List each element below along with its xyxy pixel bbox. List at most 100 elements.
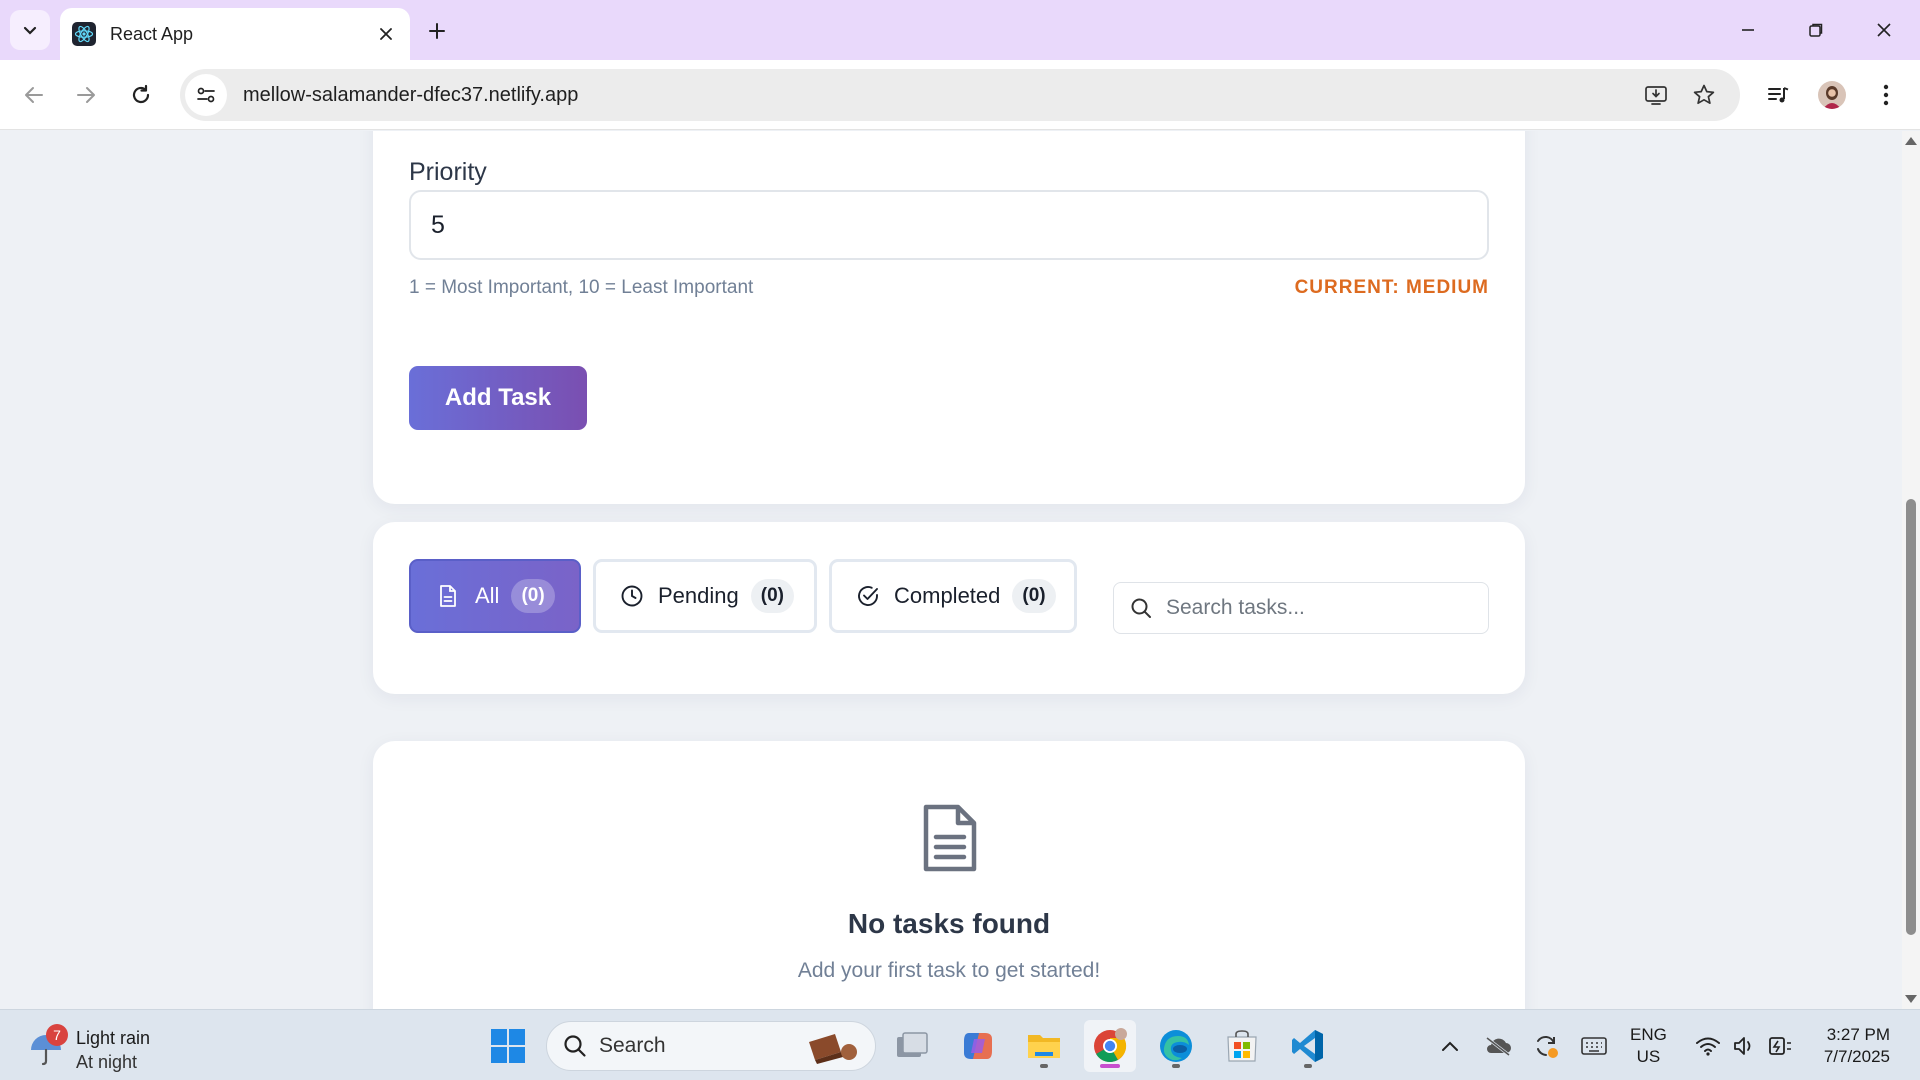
battery-charging-icon <box>1769 1037 1791 1055</box>
taskbar-search-box[interactable]: Search <box>546 1021 876 1071</box>
volume-tray-icon[interactable] <box>1728 1030 1760 1062</box>
install-app-icon[interactable] <box>1634 73 1678 117</box>
system-clock[interactable]: 3:27 PM 7/7/2025 <box>1810 1024 1890 1068</box>
weather-alert-badge: 7 <box>46 1024 68 1046</box>
site-settings-icon <box>197 87 215 103</box>
forward-button[interactable] <box>66 75 106 115</box>
empty-state-subtitle: Add your first task to get started! <box>797 959 1101 982</box>
taskbar-copilot[interactable] <box>952 1020 1004 1072</box>
onedrive-tray-icon[interactable] <box>1482 1030 1514 1062</box>
weather-time-of-day: At night <box>76 1052 138 1072</box>
scroll-down-arrow-icon[interactable] <box>1905 995 1917 1003</box>
search-icon <box>1131 598 1151 618</box>
priority-label: Priority <box>409 158 487 186</box>
start-button[interactable] <box>482 1020 534 1072</box>
active-indicator <box>1100 1064 1120 1068</box>
wifi-icon <box>1696 1037 1720 1056</box>
vscode-icon <box>1292 1030 1323 1062</box>
document-icon <box>435 583 461 609</box>
filter-tab-count: (0) <box>1012 579 1056 613</box>
priority-current-level: CURRENT: MEDIUM <box>1294 277 1489 298</box>
task-view-button[interactable] <box>886 1020 938 1072</box>
page-scrollbar[interactable] <box>1902 131 1920 1009</box>
filter-tab-all[interactable]: All (0) <box>409 559 581 633</box>
sync-tray-icon[interactable] <box>1530 1030 1562 1062</box>
add-task-form-card: Priority 5 1 = Most Important, 10 = Leas… <box>373 131 1525 504</box>
search-icon <box>564 1035 586 1057</box>
empty-document-icon <box>923 804 977 872</box>
close-tab-icon[interactable] <box>374 22 398 46</box>
weather-condition: Light rain <box>76 1028 151 1048</box>
sync-icon <box>1537 1036 1558 1058</box>
check-circle-icon <box>856 583 880 609</box>
chevron-up-icon <box>1442 1041 1458 1051</box>
bookmark-star-icon[interactable] <box>1682 73 1726 117</box>
close-window-button[interactable] <box>1854 8 1914 52</box>
clock-time: 3:27 PM <box>1826 1025 1890 1044</box>
browser-menu-button[interactable] <box>1866 75 1906 115</box>
add-task-button[interactable]: Add Task <box>409 366 587 430</box>
filter-tab-label: Completed <box>894 583 1001 608</box>
taskbar-edge[interactable] <box>1150 1020 1202 1072</box>
scrollbar-thumb[interactable] <box>1906 499 1916 935</box>
reload-icon <box>132 84 150 104</box>
reload-button[interactable] <box>121 75 161 115</box>
arrow-left-icon <box>25 87 43 103</box>
taskbar-vscode[interactable] <box>1282 1020 1334 1072</box>
running-indicator <box>1304 1064 1312 1068</box>
filter-tab-pending[interactable]: Pending (0) <box>593 559 817 633</box>
weather-widget[interactable]: 7 Light rain At night <box>24 1018 184 1074</box>
more-vertical-icon <box>1883 84 1889 106</box>
taskbar-search-placeholder: Search <box>599 1034 666 1057</box>
minimize-button[interactable] <box>1718 8 1778 52</box>
profile-button[interactable] <box>1812 75 1852 115</box>
browser-tab-bar: React App <box>0 0 1920 60</box>
priority-input[interactable]: 5 <box>409 190 1489 260</box>
filter-tab-label: All <box>475 583 500 608</box>
keyboard-icon <box>1581 1037 1607 1055</box>
chrome-icon <box>1094 1028 1127 1063</box>
scroll-up-arrow-icon[interactable] <box>1905 137 1917 145</box>
taskbar-chrome[interactable] <box>1084 1020 1136 1072</box>
chevron-down-icon <box>23 26 37 35</box>
browser-tab-active[interactable]: React App <box>60 8 410 60</box>
speaker-icon <box>1734 1037 1751 1055</box>
address-bar[interactable]: mellow-salamander-dfec37.netlify.app <box>180 69 1740 121</box>
edge-icon <box>1160 1030 1192 1062</box>
input-language-indicator[interactable]: ENG US <box>1630 1024 1667 1068</box>
search-placeholder: Search tasks... <box>1166 596 1305 619</box>
taskbar-file-explorer[interactable] <box>1018 1020 1070 1072</box>
chocolate-highlight-icon <box>809 1034 857 1064</box>
react-logo-icon <box>72 22 96 46</box>
clock-icon <box>620 583 644 609</box>
media-controls-button[interactable] <box>1758 75 1798 115</box>
playlist-music-icon <box>1768 87 1789 103</box>
language-code: ENG <box>1630 1025 1667 1044</box>
arrow-right-icon <box>77 87 95 103</box>
tab-search-dropdown-button[interactable] <box>10 10 50 50</box>
avatar <box>1818 81 1846 109</box>
back-button[interactable] <box>14 75 54 115</box>
region-code: US <box>1636 1047 1661 1066</box>
site-info-button[interactable] <box>185 74 227 116</box>
new-tab-button[interactable] <box>420 14 454 48</box>
taskbar-store[interactable] <box>1216 1020 1268 1072</box>
show-hidden-icons-button[interactable] <box>1434 1030 1466 1062</box>
url-text: mellow-salamander-dfec37.netlify.app <box>243 83 579 106</box>
store-icon <box>1227 1030 1257 1062</box>
folder-icon <box>1028 1035 1060 1058</box>
touch-keyboard-button[interactable] <box>1578 1030 1610 1062</box>
browser-toolbar: mellow-salamander-dfec37.netlify.app <box>0 60 1920 130</box>
filter-tab-completed[interactable]: Completed (0) <box>829 559 1077 633</box>
battery-tray-icon[interactable] <box>1764 1030 1796 1062</box>
filter-tab-count: (0) <box>750 579 794 613</box>
priority-hint: 1 = Most Important, 10 = Least Important <box>409 277 754 298</box>
windows-taskbar: 7 Light rain At night Search ENG US 3:27… <box>0 1009 1920 1080</box>
filter-tab-label: Pending <box>658 583 739 608</box>
wifi-tray-icon[interactable] <box>1692 1030 1724 1062</box>
task-search-input[interactable]: Search tasks... <box>1113 582 1489 634</box>
task-view-icon <box>897 1032 928 1057</box>
restore-button[interactable] <box>1786 8 1846 52</box>
running-indicator <box>1040 1064 1048 1068</box>
empty-state-title: No tasks found <box>847 908 1051 939</box>
